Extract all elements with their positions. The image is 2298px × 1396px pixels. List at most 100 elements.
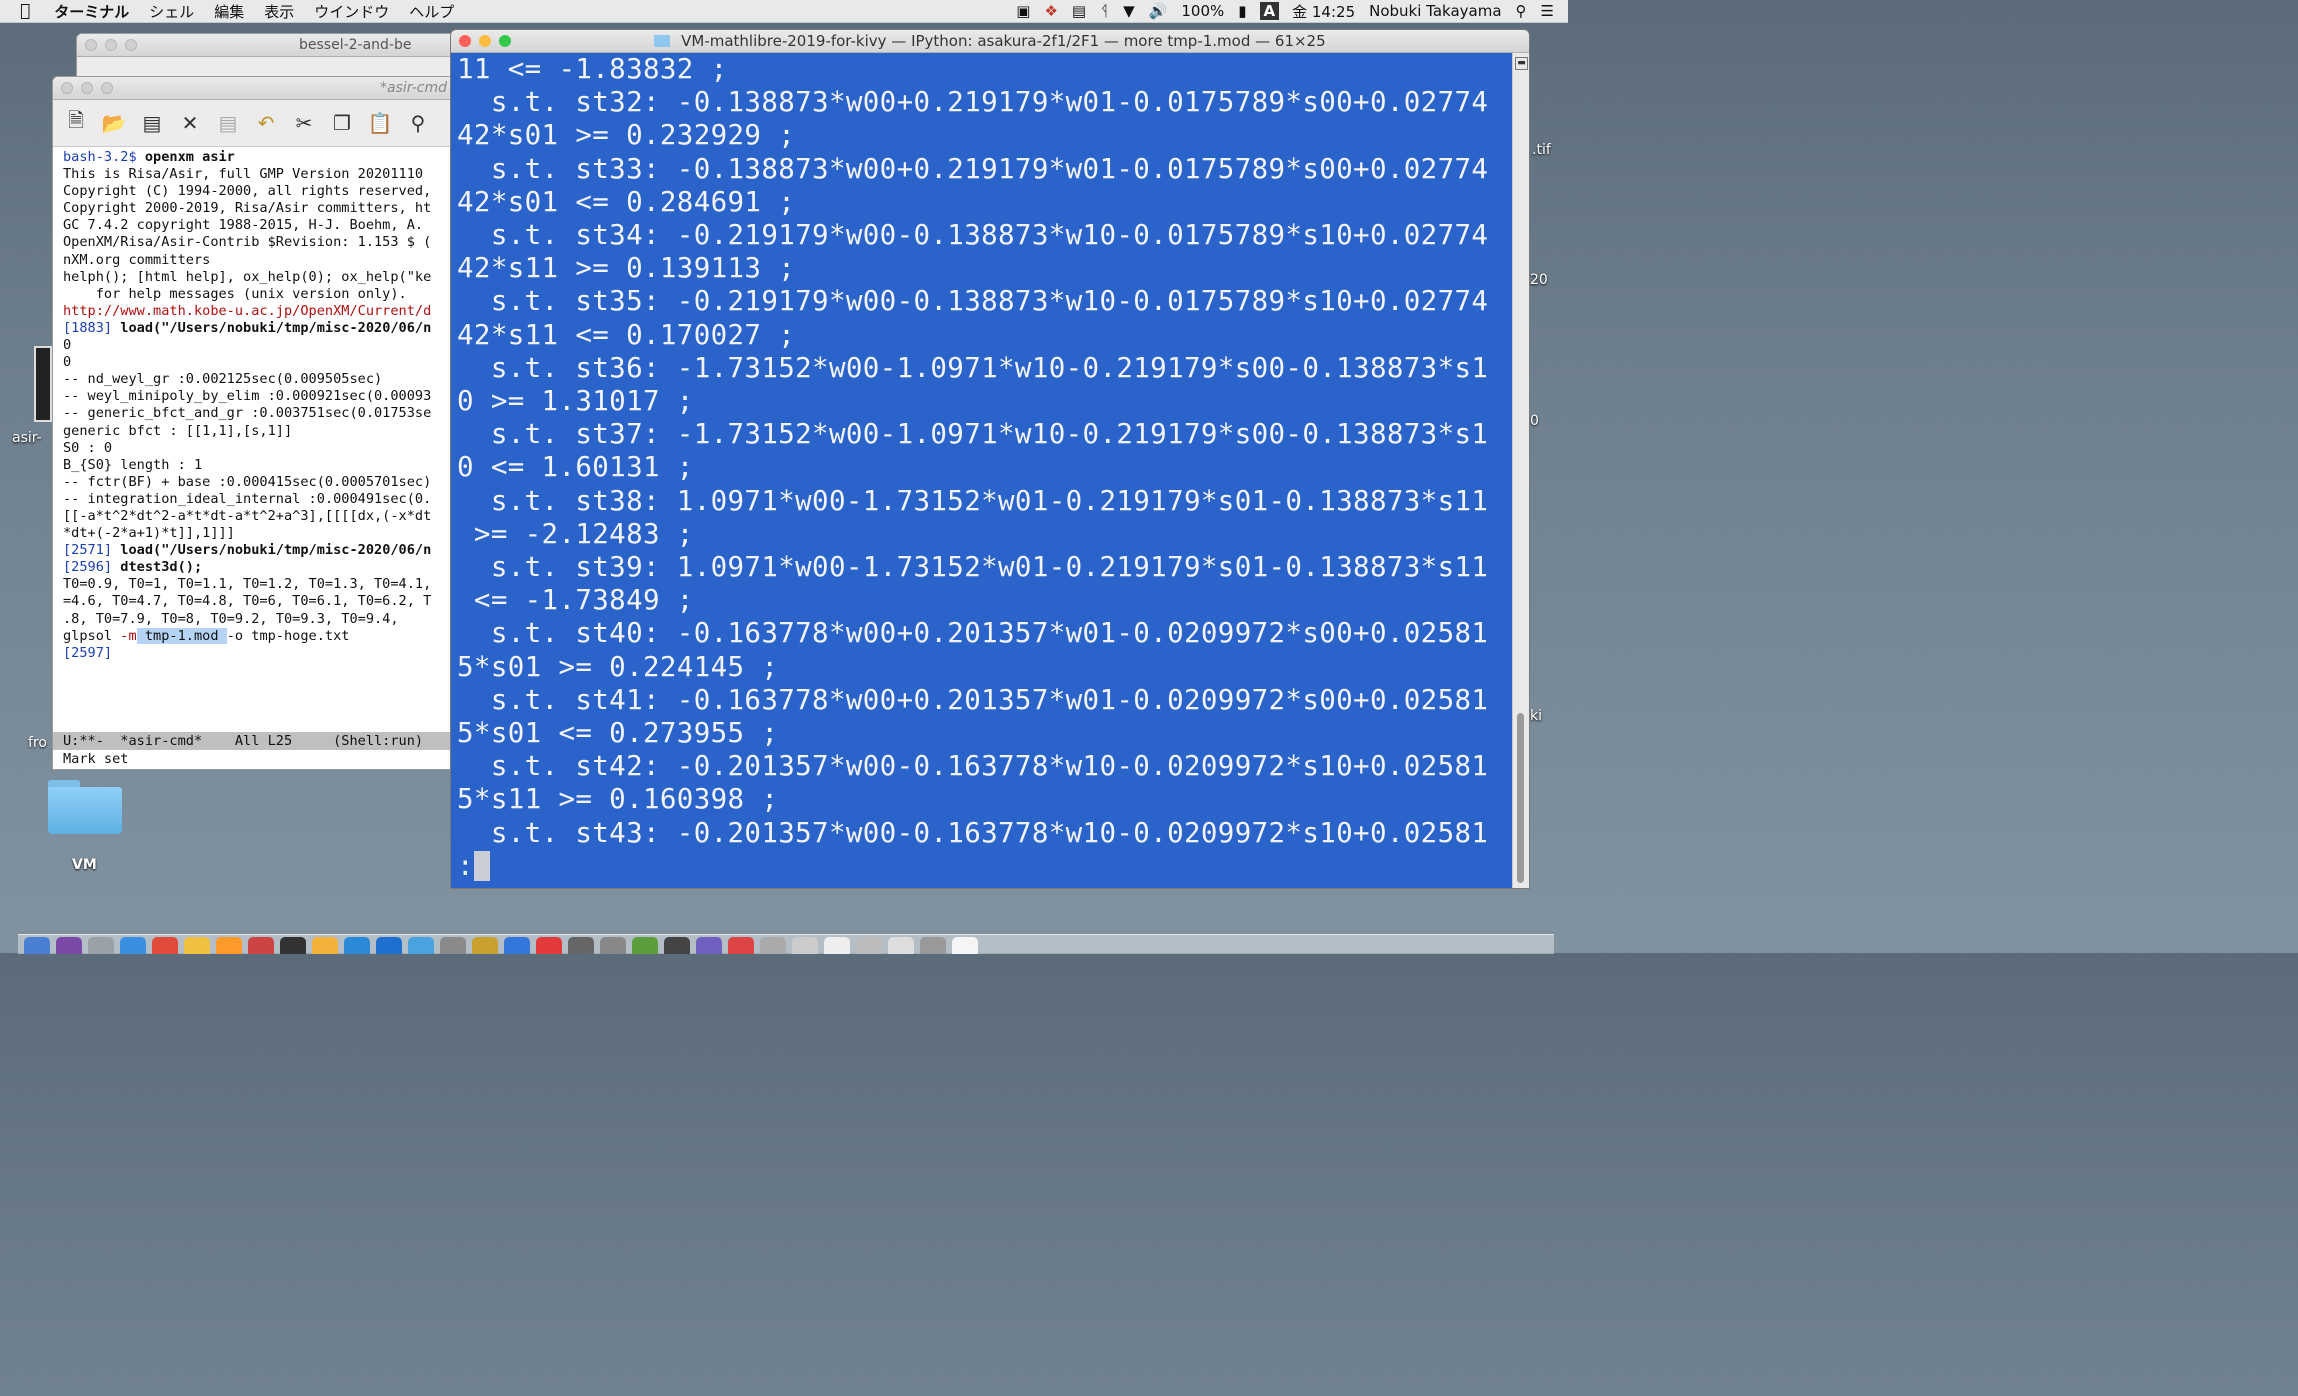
buffer-line: nXM.org committers [63, 252, 453, 269]
new-file-icon[interactable]: 🗎 [61, 108, 91, 138]
zoom-button[interactable] [101, 82, 113, 94]
dock-app-icon[interactable] [408, 937, 434, 954]
search-doc-icon[interactable]: ⚲ [403, 108, 433, 138]
dock-app-icon[interactable] [376, 937, 402, 954]
menu-shell[interactable]: シェル [139, 1, 204, 22]
dock-app-icon[interactable] [88, 937, 114, 954]
dock-app-icon[interactable] [920, 937, 946, 954]
user-name[interactable]: Nobuki Takayama [1362, 2, 1508, 20]
battery-percent[interactable]: 100% [1174, 2, 1231, 20]
buffer-line: glpsol -m tmp-1.mod -o tmp-hoge.txt [63, 627, 453, 645]
desktop-icon-label[interactable]: 0 [1530, 413, 1539, 429]
cut-icon[interactable]: ✂ [289, 108, 319, 138]
clock[interactable]: 金 14:25 [1285, 1, 1362, 22]
dock-app-icon[interactable] [760, 937, 786, 954]
copy-icon[interactable]: ❐ [327, 108, 357, 138]
dock-app-icon[interactable] [792, 937, 818, 954]
minimize-button[interactable] [479, 35, 491, 47]
display-icon[interactable]: ▤ [1065, 2, 1093, 20]
dock-app-icon[interactable] [664, 937, 690, 954]
terminal-output[interactable]: 11 <= -1.83832 ; s.t. st32: -0.138873*w0… [451, 53, 1529, 885]
buffer-text: T0=0.9, T0=1, T0=1.1, T0=1.2, T0=1.3, T0… [63, 576, 432, 593]
dropbox-icon[interactable]: ❖ [1037, 2, 1064, 20]
dock-app-icon[interactable] [440, 937, 466, 954]
dock-app-icon[interactable] [600, 937, 626, 954]
dock-app-icon[interactable] [56, 937, 82, 954]
bluetooth-icon[interactable]: ᛩ [1093, 2, 1116, 20]
desktop-folder-label[interactable]: VM [72, 857, 97, 873]
undo-icon[interactable]: ↶ [251, 108, 281, 138]
window-titlebar[interactable]: *asir-cmd [53, 77, 453, 100]
buffer-line: [2571] load("/Users/nobuki/tmp/misc-2020… [63, 542, 453, 559]
menu-view[interactable]: 表示 [254, 1, 304, 22]
dock-app-icon[interactable] [728, 937, 754, 954]
terminal-line: <= -1.73849 ; [457, 584, 694, 617]
terminal-line: s.t. st42: -0.201357*w00-0.163778*w10-0.… [457, 750, 1489, 783]
desktop-icon-label[interactable]: 20 [1530, 272, 1548, 288]
dock-app-icon[interactable] [536, 937, 562, 954]
dock-app-icon[interactable] [632, 937, 658, 954]
apple-menu-icon[interactable]:  [0, 1, 44, 21]
emacs-shell-buffer[interactable]: bash-3.2$ openxm asir This is Risa/Asir, … [53, 147, 453, 705]
save-icon[interactable]: ▤ [137, 108, 167, 138]
desktop-icon-label[interactable]: ki [1530, 708, 1542, 724]
emacs-minibuffer[interactable]: Mark set [53, 750, 453, 769]
buffer-text: for help messages (unix version only). [63, 285, 407, 302]
dock-app-icon[interactable] [24, 937, 50, 954]
dock-app-icon[interactable] [856, 937, 882, 954]
zoom-button[interactable] [125, 39, 137, 51]
dock-app-icon[interactable] [184, 937, 210, 954]
desktop-icon-label[interactable]: asir- [12, 430, 42, 446]
scroll-split-icon[interactable]: ▬ [1515, 57, 1528, 70]
camera-icon[interactable]: ▣ [1009, 2, 1037, 20]
dock-app-icon[interactable] [824, 937, 850, 954]
spotlight-search-icon[interactable]: ⚲ [1509, 2, 1534, 20]
battery-icon[interactable]: ▮ [1231, 2, 1253, 20]
dock-app-icon[interactable] [216, 937, 242, 954]
dock-app-icon[interactable] [152, 937, 178, 954]
scrollbar-thumb[interactable] [1517, 713, 1524, 883]
window-terminal[interactable]: VM-mathlibre-2019-for-kivy — IPython: as… [450, 29, 1530, 889]
dock-app-icon[interactable] [248, 937, 274, 954]
desktop-icon-label[interactable]: .tif [1532, 142, 1551, 158]
buffer-text: 0 [63, 354, 72, 371]
terminal-scrollbar[interactable]: ▬ [1512, 53, 1529, 888]
dock-app-icon[interactable] [696, 937, 722, 954]
dock-app-icon[interactable] [472, 937, 498, 954]
menu-edit[interactable]: 編集 [204, 1, 254, 22]
buffer-text: helph(); [html help], ox_help(0); ox_hel… [63, 268, 432, 285]
zoom-button[interactable] [499, 35, 511, 47]
dock-app-icon[interactable] [344, 937, 370, 954]
dock-app-icon[interactable] [280, 937, 306, 954]
minimize-button[interactable] [81, 82, 93, 94]
desktop-icon-label[interactable]: fro [28, 735, 47, 751]
dock-app-icon[interactable] [568, 937, 594, 954]
input-method-icon[interactable]: A [1259, 2, 1280, 20]
desktop-folder-vm[interactable] [48, 778, 122, 838]
close-button[interactable] [85, 39, 97, 51]
window-asir-cmd[interactable]: *asir-cmd 🗎 📂 ▤ ✕ ▤ ↶ ✂ ❐ 📋 ⚲ bash-3.2$ … [52, 76, 454, 770]
notification-list-icon[interactable]: ☰ [1534, 2, 1568, 20]
dock-app-icon[interactable] [504, 937, 530, 954]
volume-icon[interactable]: 🔊 [1142, 2, 1175, 20]
dock-app-icon[interactable] [120, 937, 146, 954]
dock-app-icon[interactable] [888, 937, 914, 954]
menu-app[interactable]: ターミナル [44, 1, 139, 22]
buffer-text: [[-a*t^2*dt^2-a*t*dt-a*t^2+a^3],[[[[dx,(… [63, 507, 432, 524]
wifi-icon[interactable]: ▼ [1116, 2, 1142, 20]
window-titlebar[interactable]: bessel-2-and-be [77, 34, 457, 57]
close-button[interactable] [61, 82, 73, 94]
save-disabled-icon[interactable]: ▤ [213, 108, 243, 138]
terminal-line: 42*s11 >= 0.139113 ; [457, 252, 796, 285]
window-titlebar[interactable]: VM-mathlibre-2019-for-kivy — IPython: as… [451, 30, 1529, 53]
menu-help[interactable]: ヘルプ [399, 1, 464, 22]
close-button[interactable] [459, 35, 471, 47]
dock-app-icon[interactable] [312, 937, 338, 954]
close-x-icon[interactable]: ✕ [175, 108, 205, 138]
open-folder-icon[interactable]: 📂 [99, 108, 129, 138]
desktop-film-icon[interactable] [34, 346, 52, 422]
paste-icon[interactable]: 📋 [365, 108, 395, 138]
dock-app-icon[interactable] [952, 937, 978, 954]
menu-window[interactable]: ウインドウ [304, 1, 399, 22]
minimize-button[interactable] [105, 39, 117, 51]
